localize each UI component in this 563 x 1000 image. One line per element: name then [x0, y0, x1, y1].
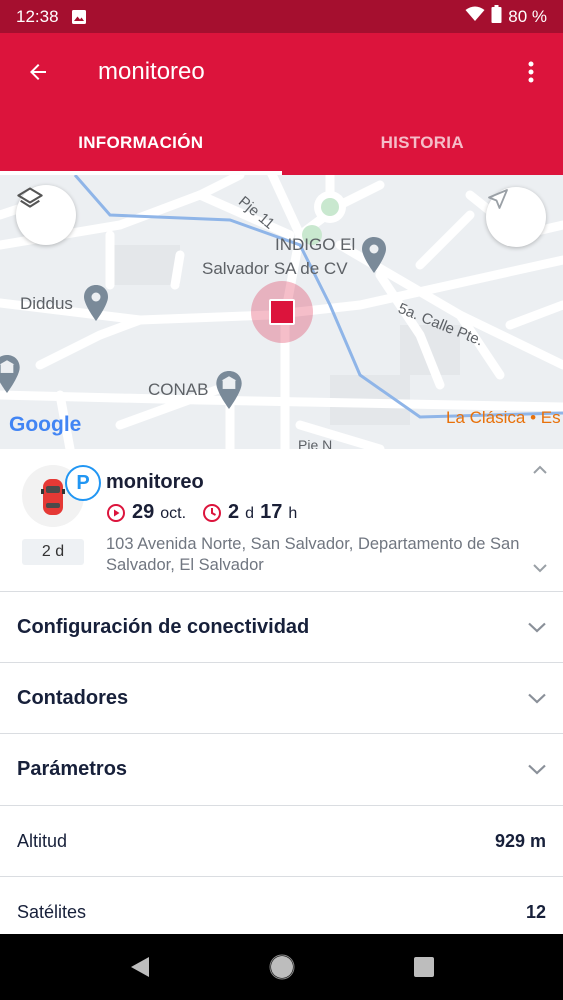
section-title: Parámetros	[17, 757, 128, 780]
row-value: 12	[525, 901, 546, 922]
page-title: monitoreo	[98, 58, 205, 85]
image-notification-icon	[71, 9, 87, 25]
map-layers-button[interactable]	[16, 185, 76, 245]
trip-times: 29 oct. 2 d 17 h	[106, 501, 297, 524]
nav-home-icon[interactable]	[269, 954, 295, 980]
section-title: Configuración de conectividad	[17, 615, 310, 638]
start-day: 29	[132, 501, 155, 523]
stop-marker-icon	[269, 299, 295, 325]
unit-marker[interactable]	[251, 281, 313, 343]
chevron-down-icon	[528, 622, 546, 633]
system-nav-bar	[0, 934, 563, 1000]
nav-recents-icon[interactable]	[413, 956, 435, 978]
section-parametros[interactable]: Parámetros	[0, 733, 563, 804]
unit-name: monitoreo	[106, 471, 204, 493]
section-title: Contadores	[17, 686, 129, 709]
layers-icon	[17, 187, 43, 208]
unit-address: 103 Avenida Norte, San Salvador, Departa…	[106, 535, 520, 574]
chevron-down-icon[interactable]	[533, 564, 547, 573]
map-label-indigo-1: INDIGO El	[275, 235, 356, 254]
tab-bar: INFORMACIÓN HISTORIA	[0, 111, 563, 175]
tab-informacion[interactable]: INFORMACIÓN	[0, 111, 282, 175]
duration-hours-unit: h	[288, 505, 298, 522]
duration-days-unit: d	[245, 505, 255, 522]
map-view[interactable]: Pje 11 INDIGO El Salvador SA de CV Diddu…	[0, 175, 563, 449]
section-contadores[interactable]: Contadores	[0, 662, 563, 733]
unit-info-card[interactable]: P 2 d monitoreo 29 oct. 2 d 17 h 103 Ave…	[0, 449, 563, 591]
google-logo: Google	[9, 413, 82, 436]
map-label-conab: CONAB	[148, 380, 209, 399]
last-message-age: 2 d	[22, 539, 84, 565]
more-vert-icon	[528, 61, 534, 83]
car-icon	[41, 479, 65, 515]
battery-percentage: 80 %	[508, 6, 547, 26]
tab-historia[interactable]: HISTORIA	[282, 111, 563, 175]
clock-icon	[203, 503, 222, 522]
map-label-diddus: Diddus	[20, 294, 73, 313]
parking-badge: P	[65, 465, 101, 501]
my-location-button[interactable]	[486, 187, 546, 247]
start-month: oct.	[160, 505, 187, 522]
row-label: Satélites	[17, 901, 87, 922]
chevron-down-icon	[528, 693, 546, 704]
play-circle-icon	[107, 503, 125, 522]
row-value: 929 m	[494, 830, 546, 851]
duration-days: 2	[228, 501, 240, 523]
app-bar: monitoreo	[0, 33, 563, 111]
map-label-pie: Pie N	[298, 437, 333, 449]
more-options-button[interactable]	[499, 33, 563, 111]
wifi-icon	[465, 6, 485, 27]
row-label: Altitud	[17, 830, 68, 851]
status-time: 12:38	[16, 6, 59, 26]
chevron-up-icon[interactable]	[533, 465, 547, 474]
duration-hours: 17	[260, 501, 283, 523]
back-button[interactable]	[0, 33, 76, 111]
section-configuracion-conectividad[interactable]: Configuración de conectividad	[0, 591, 563, 662]
row-altitud: Altitud 929 m	[0, 805, 563, 876]
map-label-clasica: La Clásica • Es	[446, 408, 561, 427]
battery-icon	[491, 5, 502, 28]
nav-back-icon[interactable]	[129, 955, 151, 979]
status-bar: 12:38 80 %	[0, 0, 563, 33]
chevron-down-icon	[528, 764, 546, 775]
arrow-back-icon	[30, 64, 46, 80]
navigation-icon	[488, 189, 508, 209]
map-label-indigo-2: Salvador SA de CV	[202, 259, 348, 278]
